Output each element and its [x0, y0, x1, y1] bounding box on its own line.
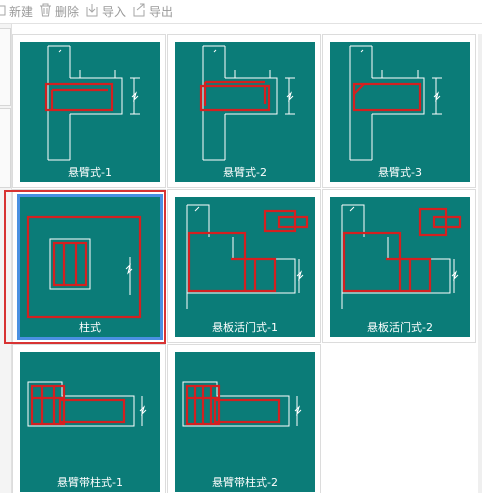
scrollbar[interactable]: [478, 34, 482, 493]
hanging-slab-door-type-2-diagram: 悬板活门式-2: [330, 197, 470, 337]
tile-label: 悬臂式-2: [223, 166, 267, 179]
type-column[interactable]: 柱式: [12, 189, 166, 343]
type-gallery: 悬臂式-1 悬臂式-2 悬臂式-3 柱式 悬板活门式-1 悬板活门式-2 悬臂带…: [12, 34, 478, 493]
tile-label: 悬板活门式-1: [212, 320, 278, 334]
type-hanging-slab-door-1[interactable]: 悬板活门式-1: [167, 189, 321, 343]
trash-icon: [39, 3, 55, 20]
tile-label: 悬臂式-3: [378, 166, 422, 179]
fireproof-type-dialog: { "toolbar": { "new_label": "新建", "delet…: [0, 0, 482, 493]
new-button[interactable]: 新建: [0, 2, 33, 22]
left-panel-edge: [0, 24, 12, 493]
export-label: 导出: [149, 5, 174, 19]
delete-button[interactable]: 删除: [39, 2, 79, 22]
delete-label: 删除: [55, 5, 80, 19]
hanging-slab-door-type-1-diagram: 悬板活门式-1: [175, 197, 315, 337]
tile-label: 悬臂带柱式-1: [57, 475, 123, 489]
tile-label: 悬板活门式-2: [367, 320, 433, 334]
type-hanging-slab-door-2[interactable]: 悬板活门式-2: [322, 189, 476, 343]
type-cantilever-2[interactable]: 悬臂式-2: [167, 34, 321, 188]
tile-label: 柱式: [79, 320, 101, 334]
import-label: 导入: [102, 5, 127, 19]
export-button[interactable]: 导出: [132, 2, 173, 22]
column-type-diagram: 柱式: [17, 194, 163, 340]
new-label: 新建: [9, 5, 34, 19]
type-cantilever-1[interactable]: 悬臂式-1: [12, 34, 166, 188]
import-icon: [85, 3, 102, 20]
cantilever-type-2-diagram: 悬臂式-2: [175, 42, 315, 182]
tile-label: 悬臂式-1: [68, 166, 112, 179]
cantilever-type-3-diagram: 悬臂式-3: [330, 42, 470, 182]
left-panel-box-middle: [0, 108, 11, 188]
export-icon: [132, 3, 149, 20]
cantilever-with-column-type-1-diagram: 悬臂带柱式-1: [20, 352, 160, 492]
type-cantilever-with-column-2[interactable]: 悬臂带柱式-2: [167, 344, 321, 493]
cantilever-type-1-diagram: 悬臂式-1: [20, 42, 160, 182]
left-panel-box-top: [0, 28, 11, 106]
new-icon: [0, 4, 9, 19]
import-button[interactable]: 导入: [85, 2, 126, 22]
type-cantilever-with-column-1[interactable]: 悬臂带柱式-1: [12, 344, 166, 493]
cantilever-with-column-type-2-diagram: 悬臂带柱式-2: [175, 352, 315, 492]
type-cantilever-3[interactable]: 悬臂式-3: [322, 34, 476, 188]
tile-label: 悬臂带柱式-2: [212, 475, 278, 489]
toolbar: 新建 删除 导入 导出: [0, 0, 482, 24]
